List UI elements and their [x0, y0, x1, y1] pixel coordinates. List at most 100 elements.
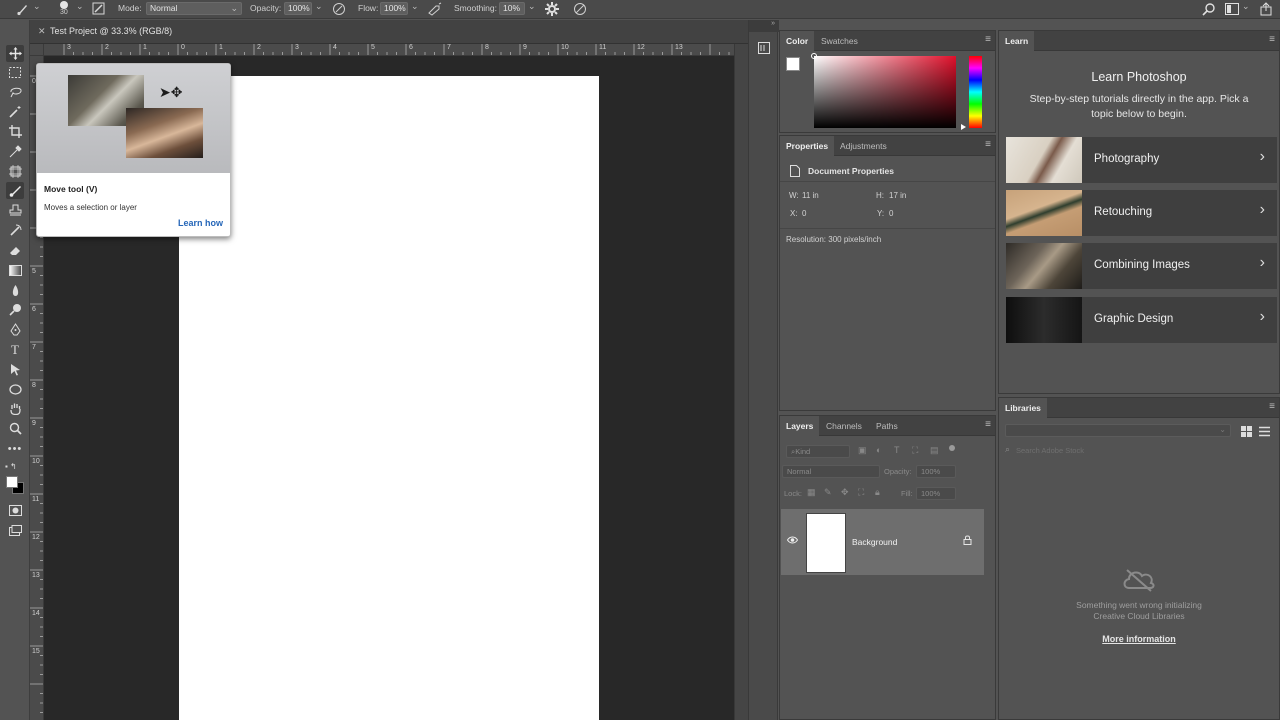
color-picker-handle[interactable] — [811, 53, 817, 59]
tab-libraries[interactable]: Libraries — [999, 398, 1047, 418]
airbrush-icon[interactable] — [427, 2, 442, 18]
width-value[interactable]: 11 in — [802, 191, 819, 200]
blend-mode-select[interactable]: Normal — [782, 465, 880, 478]
quick-mask-button[interactable] — [6, 502, 24, 519]
lock-image-icon[interactable]: ✎ — [824, 487, 832, 498]
gradient-tool[interactable] — [6, 262, 24, 279]
learn-topic-retouching[interactable]: Retouching › — [1006, 190, 1277, 236]
magic-wand-tool[interactable] — [6, 103, 24, 120]
tab-swatches[interactable]: Swatches — [815, 31, 864, 51]
pen-tool[interactable] — [6, 321, 24, 338]
gear-icon[interactable] — [545, 2, 559, 18]
list-view-icon[interactable] — [1259, 426, 1270, 439]
swap-colors-icon[interactable]: ▪ ↰ — [5, 462, 17, 471]
filter-toggle-icon[interactable] — [949, 445, 955, 451]
type-tool[interactable]: T — [6, 341, 24, 358]
tab-paths[interactable]: Paths — [870, 416, 904, 436]
hue-slider[interactable] — [969, 56, 982, 128]
grid-view-icon[interactable] — [1241, 426, 1252, 439]
tab-layers[interactable]: Layers — [780, 416, 820, 436]
learn-topic-photography[interactable]: Photography › — [1006, 137, 1277, 183]
history-brush-tool[interactable] — [6, 222, 24, 239]
ruler-origin[interactable] — [30, 44, 44, 56]
brush-tool-chevron-icon[interactable]: ⌄ — [33, 1, 41, 12]
zoom-tool[interactable] — [6, 420, 24, 437]
path-selection-tool[interactable] — [6, 361, 24, 378]
pressure-opacity-icon[interactable] — [332, 2, 346, 18]
search-icon[interactable] — [1202, 2, 1216, 18]
layer-filter-select[interactable]: ⌕Kind — [786, 445, 850, 458]
document-tab-title[interactable]: Test Project @ 33.3% (RGB/8) — [50, 26, 172, 36]
horizontal-ruler[interactable]: 3 2 1 0 1 2 3 4 5 6 7 8 9 10 11 12 13 — [44, 44, 734, 56]
filter-smart-object-icon[interactable]: ▤ — [930, 445, 939, 456]
tab-properties[interactable]: Properties — [780, 136, 835, 156]
eyedropper-tool[interactable] — [6, 143, 24, 160]
vertical-scrollbar[interactable] — [734, 44, 748, 720]
hand-tool[interactable] — [6, 400, 24, 417]
filter-type-icon[interactable]: T — [894, 445, 900, 455]
close-icon[interactable]: ✕ — [38, 26, 46, 37]
tab-learn[interactable]: Learn — [999, 31, 1035, 51]
lock-artboard-icon[interactable]: ⛶ — [858, 487, 864, 498]
flow-chevron-icon[interactable]: ⌄ — [411, 1, 419, 12]
filter-shape-icon[interactable]: ⛶ — [912, 445, 918, 456]
eye-icon[interactable] — [786, 536, 799, 546]
edit-toolbar-button[interactable]: ••• — [6, 440, 24, 457]
lock-all-icon[interactable]: 🔒︎ — [875, 487, 880, 498]
more-information-link[interactable]: More information — [999, 634, 1279, 644]
brush-tool-icon[interactable] — [16, 2, 30, 18]
eraser-tool[interactable] — [6, 242, 24, 259]
lasso-tool[interactable] — [6, 83, 24, 100]
learn-topic-graphic-design[interactable]: Graphic Design › — [1006, 297, 1277, 343]
history-panel-icon[interactable] — [758, 42, 770, 56]
document-canvas[interactable] — [179, 76, 599, 720]
brush-angle-icon[interactable] — [573, 2, 587, 18]
y-value[interactable]: 0 — [889, 209, 893, 218]
ellipse-tool[interactable] — [6, 381, 24, 398]
opacity-input[interactable]: 100% — [284, 2, 312, 15]
dodge-tool[interactable] — [6, 301, 24, 318]
collapse-dock-icon[interactable]: » — [749, 20, 779, 32]
clone-stamp-tool[interactable] — [6, 202, 24, 219]
tab-adjustments[interactable]: Adjustments — [834, 136, 893, 156]
height-value[interactable]: 17 in — [889, 191, 906, 200]
crop-tool[interactable] — [6, 123, 24, 140]
flow-input[interactable]: 100% — [380, 2, 408, 15]
lock-transparent-icon[interactable]: ▦ — [807, 487, 816, 498]
lock-position-icon[interactable]: ✥ — [841, 487, 849, 498]
opacity-chevron-icon[interactable]: ⌄ — [315, 1, 323, 12]
smoothing-chevron-icon[interactable]: ⌄ — [528, 1, 536, 12]
filter-pixel-icon[interactable]: ▣ — [858, 445, 867, 456]
panel-menu-icon[interactable]: ≡ — [1269, 34, 1275, 45]
layer-opacity-input[interactable]: 100% — [916, 465, 956, 478]
foreground-color-chip[interactable] — [786, 57, 800, 71]
color-picker-field[interactable] — [814, 56, 956, 128]
workspace-chevron-icon[interactable]: ⌄ — [1242, 1, 1250, 12]
x-value[interactable]: 0 — [802, 209, 806, 218]
marquee-tool[interactable] — [6, 64, 24, 81]
panel-menu-icon[interactable]: ≡ — [985, 34, 991, 45]
panel-menu-icon[interactable]: ≡ — [985, 139, 991, 150]
hue-slider-handle[interactable] — [961, 124, 966, 130]
panel-menu-icon[interactable]: ≡ — [1269, 401, 1275, 412]
library-select[interactable]: ⌄ — [1005, 424, 1231, 437]
panel-menu-icon[interactable]: ≡ — [985, 419, 991, 430]
layer-row[interactable]: Background — [781, 509, 984, 575]
mode-select[interactable]: Normal ⌄ — [146, 2, 242, 15]
screen-mode-button[interactable] — [6, 522, 24, 539]
brush-tool[interactable] — [6, 182, 24, 199]
foreground-color-swatch[interactable] — [6, 476, 18, 488]
filter-adjustment-icon[interactable]: ◐ — [876, 445, 881, 455]
workspace-icon[interactable] — [1225, 3, 1239, 17]
brush-settings-panel-icon[interactable] — [92, 2, 105, 17]
tab-channels[interactable]: Channels — [820, 416, 868, 436]
move-tool[interactable] — [6, 45, 24, 62]
frame-tool[interactable] — [6, 163, 24, 180]
layer-fill-input[interactable]: 100% — [916, 487, 956, 500]
share-icon[interactable] — [1260, 2, 1272, 18]
blur-tool[interactable] — [6, 282, 24, 299]
layer-thumbnail[interactable] — [806, 513, 846, 573]
learn-how-link[interactable]: Learn how — [178, 218, 223, 228]
smoothing-input[interactable]: 10% — [499, 2, 525, 15]
tab-color[interactable]: Color — [780, 31, 815, 51]
